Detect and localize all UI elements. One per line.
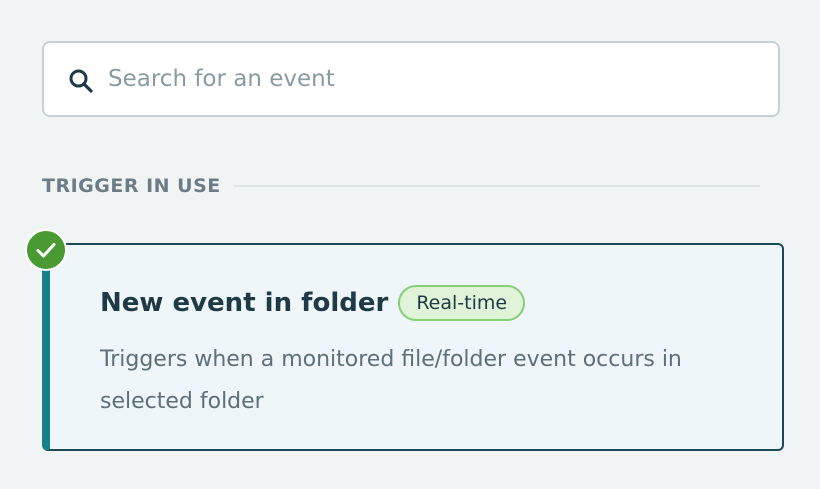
- check-icon: [25, 229, 67, 271]
- search-box[interactable]: [42, 41, 780, 117]
- trigger-description: Triggers when a monitored file/folder ev…: [100, 347, 682, 414]
- section-divider: [234, 185, 760, 187]
- search-input[interactable]: [108, 43, 762, 115]
- realtime-badge: Real-time: [398, 285, 526, 321]
- search-icon: [68, 68, 94, 94]
- section-heading: TRIGGER IN USE: [42, 175, 221, 197]
- trigger-title: New event in folder: [100, 288, 389, 318]
- trigger-title-row: New event in folder Real-time: [100, 285, 526, 321]
- trigger-card[interactable]: New event in folder Real-time Triggers w…: [42, 243, 784, 451]
